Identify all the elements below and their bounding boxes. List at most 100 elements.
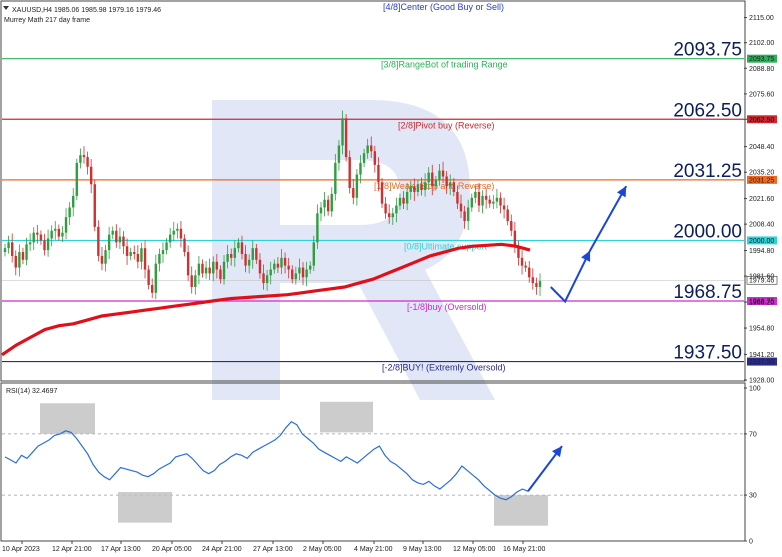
candle-body (405, 191, 409, 204)
candle-body (499, 197, 502, 206)
rsi-highlight-boxes (40, 401, 548, 526)
candle-body (7, 242, 10, 249)
candle-body (359, 162, 362, 175)
candle-body (36, 232, 39, 235)
candle-body (82, 155, 86, 158)
candle-body (402, 197, 405, 204)
candle-body (413, 186, 416, 192)
candle-body (43, 240, 46, 251)
time-tick-label: 16 May 21:00 (503, 546, 546, 553)
candle-body (32, 232, 35, 243)
candle-body (366, 145, 369, 154)
price-tick-label: 1994.80 (749, 248, 774, 255)
price-projection-arrow (550, 185, 628, 304)
candle-body (143, 248, 147, 270)
time-tick-label: 12 Apr 21:00 (52, 546, 92, 553)
level-label: [-1/8]buy (Oversold) (407, 302, 487, 312)
candle-body (287, 265, 290, 270)
candle-body (348, 157, 351, 189)
level-label: [2/8]Pivot buy (Reverse) (398, 120, 495, 130)
level-label: [3/8]RangeBot of trading Range (381, 60, 508, 70)
symbol-info: XAUUSD,H4 1985.06 1985.98 1979.16 1979.4… (12, 7, 161, 14)
candle-body (373, 151, 377, 165)
candle-body (129, 252, 132, 256)
price-tick-label: 2008.40 (749, 222, 774, 229)
candle-body (380, 182, 384, 204)
price-tick-label: 2062.50 (749, 117, 774, 124)
time-tick-label: 12 May 05:00 (453, 546, 496, 553)
price-tick-label: 2102.00 (749, 40, 774, 47)
candle-body (255, 248, 258, 260)
candle-body (273, 263, 276, 270)
rsi-box (40, 403, 95, 434)
candle-body (176, 228, 179, 231)
rsi-box (320, 401, 373, 433)
candle-body (316, 213, 319, 243)
candle-body (226, 253, 229, 262)
candle-body (341, 118, 344, 146)
candle-body (398, 197, 402, 206)
candle-body (237, 242, 240, 249)
candle-body (219, 269, 222, 280)
price-tick-label: 1941.20 (749, 352, 774, 359)
level-price-tag-text: 1937.50 (749, 359, 774, 366)
rsi-box (494, 495, 548, 526)
time-tick-label: 17 Apr 13:00 (101, 546, 141, 553)
candle-body (122, 236, 125, 247)
candle-body (89, 166, 93, 185)
level-label: [-2/8]BUY! (Extremly Oversold) (382, 363, 506, 373)
time-tick-label: 2 May 05:00 (303, 546, 342, 553)
candle-body (484, 195, 488, 200)
candle-body (337, 145, 341, 163)
candle-body (204, 267, 208, 274)
time-tick-label: 9 May 13:00 (403, 546, 442, 553)
candle-body (201, 263, 204, 274)
candle-body (513, 230, 517, 247)
candle-body (427, 172, 430, 183)
candle-body (10, 242, 14, 256)
candle-body (230, 253, 233, 258)
candle-body (456, 191, 459, 204)
candle-body (434, 180, 438, 187)
candle-body (68, 207, 71, 218)
level-price-label: 2093.75 (673, 40, 742, 61)
candle-body (54, 228, 57, 231)
chart-canvas: [4/8]Center (Good Buy or Sell) [3/8]Range… (0, 0, 778, 553)
candle-body (161, 250, 165, 254)
time-tick-label: 4 May 21:00 (354, 546, 393, 553)
candle-body (115, 230, 118, 243)
candle-body (384, 203, 387, 214)
candle-body (470, 197, 473, 208)
candle-body (291, 269, 294, 280)
price-tick-label: 2115.00 (749, 15, 774, 22)
candle-body (524, 265, 527, 268)
candle-body (222, 261, 226, 280)
rsi-box (118, 492, 172, 523)
candle-body (298, 267, 301, 274)
candle-body (194, 275, 197, 287)
collapse-triangle-icon[interactable] (3, 6, 9, 10)
time-tick-label: 24 Apr 21:00 (202, 546, 242, 553)
price-tick-label: 2021.60 (749, 196, 774, 203)
time-tick-label: 27 Apr 13:00 (253, 546, 293, 553)
level-label: [4/8]Center (Good Buy or Sell) (383, 2, 504, 12)
price-tick-label: 2088.80 (749, 66, 774, 73)
level-price-tag-text: 2031.25 (749, 177, 774, 184)
level-price-label: 2000.00 (673, 221, 742, 242)
candle-body (283, 257, 287, 266)
price-tick-label: 1954.80 (749, 326, 774, 333)
candle-body (39, 234, 43, 241)
candle-body (481, 195, 484, 206)
candle-body (3, 248, 7, 253)
candle-body (459, 203, 463, 212)
time-tick-label: 10 Apr 2023 (2, 546, 40, 553)
candle-body (395, 205, 398, 214)
candle-body (18, 252, 21, 268)
candle-body (179, 228, 183, 239)
candle-body (488, 199, 491, 204)
candle-body (79, 155, 82, 163)
candle-body (244, 253, 247, 266)
candle-body (240, 242, 244, 254)
rsi-label: RSI(14) 32.4697 (6, 388, 57, 395)
rsi-projection-arrowhead (551, 446, 562, 458)
